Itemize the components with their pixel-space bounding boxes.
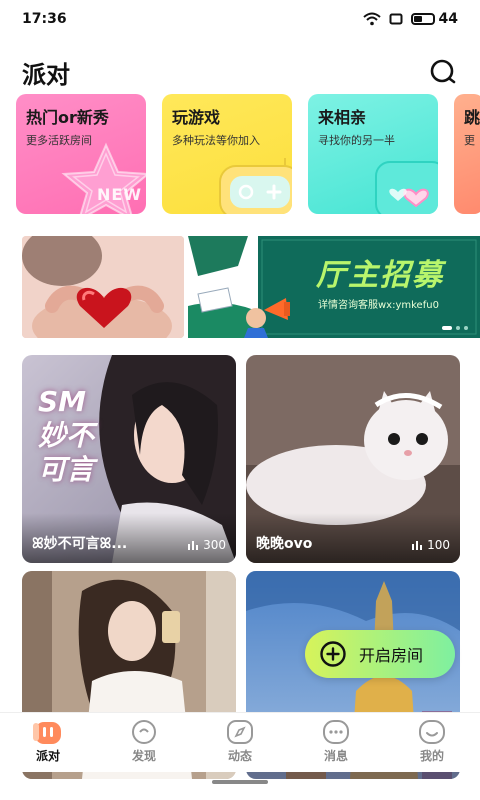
header: 派对	[0, 52, 480, 92]
banner-heart-photo[interactable]	[22, 236, 184, 338]
search-button[interactable]	[428, 57, 458, 87]
carousel-dots	[442, 326, 468, 330]
hearts-icon	[375, 161, 438, 214]
room-name: ꕤ妙不可言ꕤ...	[32, 536, 128, 552]
banner-headline: 厅主招募	[316, 258, 444, 293]
bottom-nav: 派对 发现 动态 消息 我的	[0, 712, 480, 772]
banner-caption: 详情咨询客服wx:ymkefu0	[318, 300, 439, 311]
message-icon	[323, 720, 349, 744]
gamepad-icon	[219, 158, 292, 214]
room-art-text: SM 妙不可言	[38, 385, 95, 486]
discover-icon	[132, 720, 156, 744]
status-time: 17:36	[22, 11, 67, 27]
home-indicator[interactable]	[212, 780, 268, 784]
nav-item-feed[interactable]: 动态	[192, 713, 288, 772]
open-room-button[interactable]: 开启房间	[305, 630, 455, 678]
room-listener-count: 100	[411, 538, 450, 552]
profile-icon	[419, 720, 445, 744]
battery-level: 44	[438, 11, 458, 27]
category-title: 来相亲	[318, 108, 367, 127]
nav-item-messages[interactable]: 消息	[288, 713, 384, 772]
party-icon	[33, 722, 61, 744]
room-card[interactable]: SM 妙不可言 ꕤ妙不可言ꕤ... 300	[22, 355, 236, 563]
audio-bars-icon	[412, 541, 423, 550]
category-subtitle: 寻找你的另一半	[318, 134, 395, 147]
heart-hands-image	[22, 236, 184, 338]
nav-label: 发现	[131, 749, 156, 763]
status-icons: 44	[362, 11, 458, 27]
category-subtitle: 多种玩法等你加入	[172, 134, 260, 147]
wifi-icon	[362, 12, 381, 26]
nav-item-profile[interactable]: 我的	[384, 713, 480, 772]
nav-item-party[interactable]: 派对	[0, 713, 96, 772]
open-room-label: 开启房间	[359, 646, 424, 665]
room-count-value: 300	[203, 538, 226, 552]
new-badge: NEW	[97, 185, 142, 204]
battery-indicator: 44	[410, 11, 458, 27]
category-subtitle: 更	[464, 134, 475, 147]
nav-item-discover[interactable]: 发现	[96, 713, 192, 772]
category-card-more[interactable]: 跳 更	[454, 94, 480, 214]
category-title: 玩游戏	[172, 108, 221, 127]
search-icon	[430, 59, 456, 84]
room-count-value: 100	[427, 538, 450, 552]
category-row: 热门or新秀 更多活跃房间 NEW 玩游戏 多种玩法等你加入 来相亲 寻找你的另…	[16, 94, 480, 214]
nav-label: 动态	[227, 749, 252, 763]
category-card-games[interactable]: 玩游戏 多种玩法等你加入	[162, 94, 292, 214]
plus-circle-icon	[320, 641, 346, 667]
battery-icon	[410, 13, 435, 25]
banner-recruit-ad[interactable]: 厅主招募 详情咨询客服wx:ymkefu0	[188, 236, 480, 338]
audio-bars-icon	[188, 541, 199, 550]
compass-icon	[227, 720, 253, 744]
room-name: 晚晚ovo	[256, 536, 313, 552]
room-listener-count: 300	[187, 538, 226, 552]
category-title: 跳	[464, 108, 480, 127]
category-card-dating[interactable]: 来相亲 寻找你的另一半	[308, 94, 438, 214]
banner-carousel[interactable]: 厅主招募 详情咨询客服wx:ymkefu0	[22, 236, 480, 338]
category-card-hot[interactable]: 热门or新秀 更多活跃房间 NEW	[16, 94, 146, 214]
room-card[interactable]: 晚晚ovo 100	[246, 355, 460, 563]
nav-label: 派对	[35, 749, 60, 763]
nav-label: 消息	[323, 749, 348, 763]
status-bar: 17:36 44	[0, 0, 480, 38]
page-title: 派对	[22, 60, 70, 89]
screen-icon	[389, 13, 403, 25]
nav-label: 我的	[419, 749, 444, 763]
category-title: 热门or新秀	[26, 108, 109, 127]
